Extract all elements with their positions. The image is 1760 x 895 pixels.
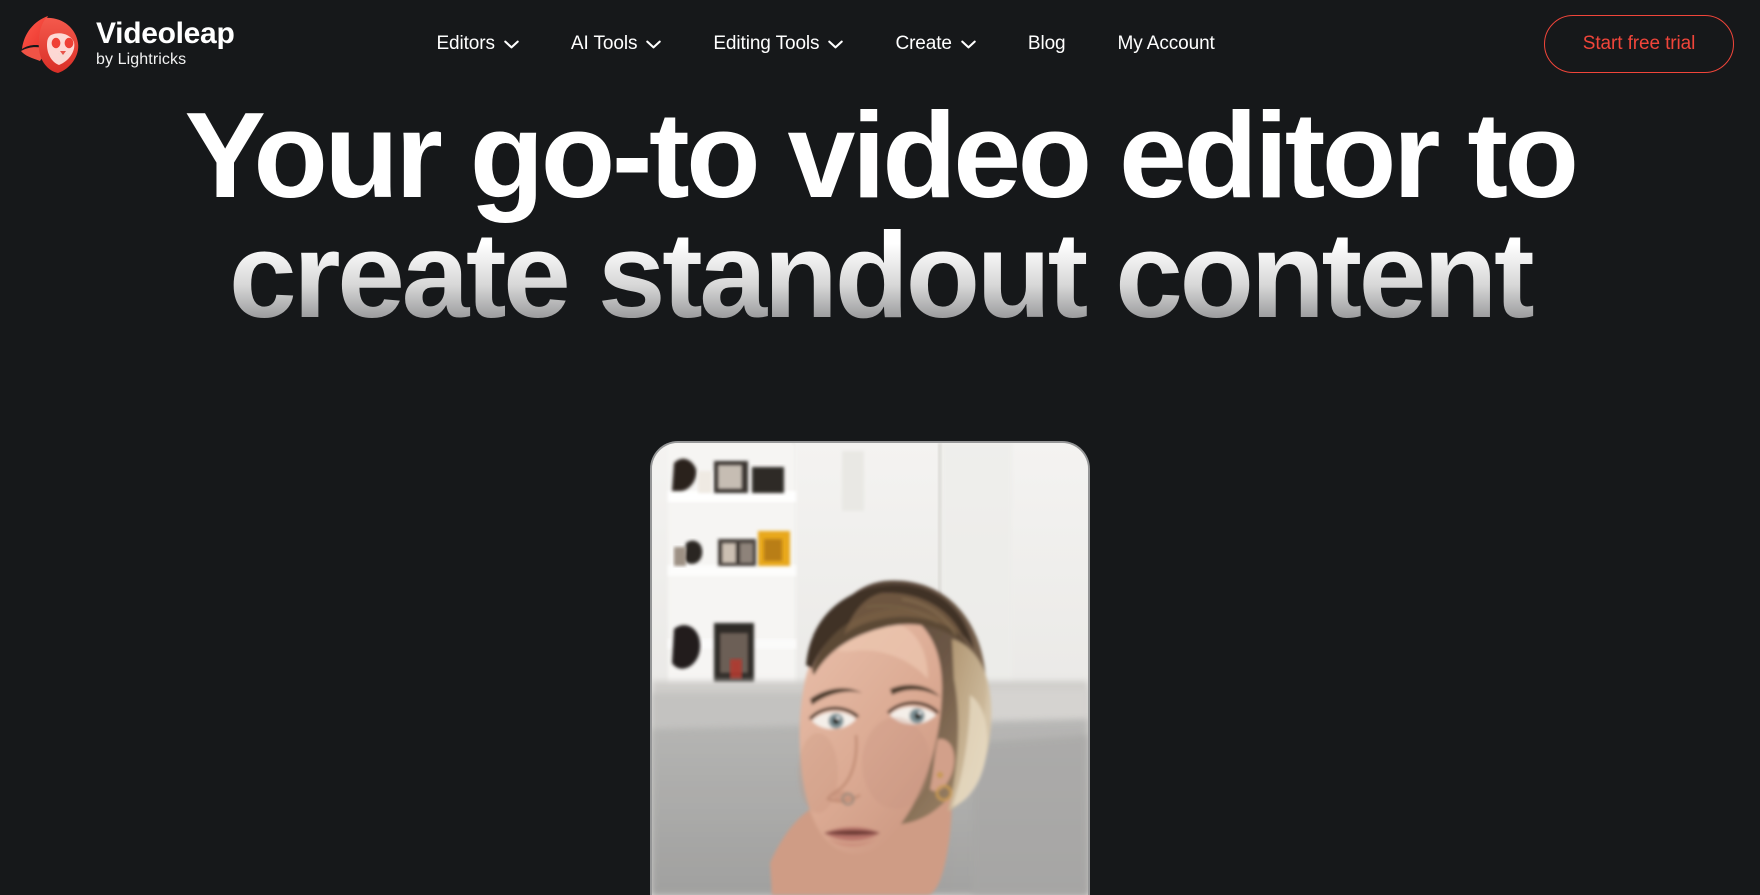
nav-label: Blog xyxy=(1027,33,1066,54)
nav-label: AI Tools xyxy=(570,33,638,54)
nav-item-blog[interactable]: Blog xyxy=(1028,23,1066,65)
main-navigation: Editors AI Tools Editing Tools Create Bl xyxy=(436,23,1214,65)
nav-item-editors[interactable]: Editors xyxy=(436,23,519,65)
hero-video-preview[interactable] xyxy=(652,443,1088,895)
nav-item-editing-tools[interactable]: Editing Tools xyxy=(713,23,844,65)
brand-tagline: by Lightricks xyxy=(96,51,187,69)
nav-label: Editing Tools xyxy=(713,33,820,54)
chevron-down-icon xyxy=(504,40,519,48)
headline-line-1: Your go-to video editor to xyxy=(184,87,1579,223)
chevron-down-icon xyxy=(646,40,662,48)
video-frame xyxy=(652,443,1088,895)
hero-section: Your go-to video editor to create stando… xyxy=(0,87,1760,336)
nav-item-create[interactable]: Create xyxy=(895,23,976,65)
chevron-down-icon xyxy=(961,40,976,48)
headline-line-2: create standout content xyxy=(60,214,1700,336)
nav-item-ai-tools[interactable]: AI Tools xyxy=(570,23,662,65)
chevron-down-icon xyxy=(828,40,844,48)
video-still-image xyxy=(652,443,1088,895)
site-header: Videoleap by Lightricks Editors AI Tools… xyxy=(0,0,1760,88)
brand-logo-link[interactable]: Videoleap by Lightricks xyxy=(18,13,235,75)
nav-label: Create xyxy=(895,33,952,54)
page-title: Your go-to video editor to create stando… xyxy=(0,87,1760,336)
nav-label: Editors xyxy=(436,33,495,54)
start-free-trial-button[interactable]: Start free trial xyxy=(1544,15,1734,73)
nav-item-my-account[interactable]: My Account xyxy=(1118,23,1215,65)
nav-label: My Account xyxy=(1117,33,1215,54)
videoleap-fox-logo-icon xyxy=(21,16,79,73)
brand-name: Videoleap xyxy=(96,16,235,50)
